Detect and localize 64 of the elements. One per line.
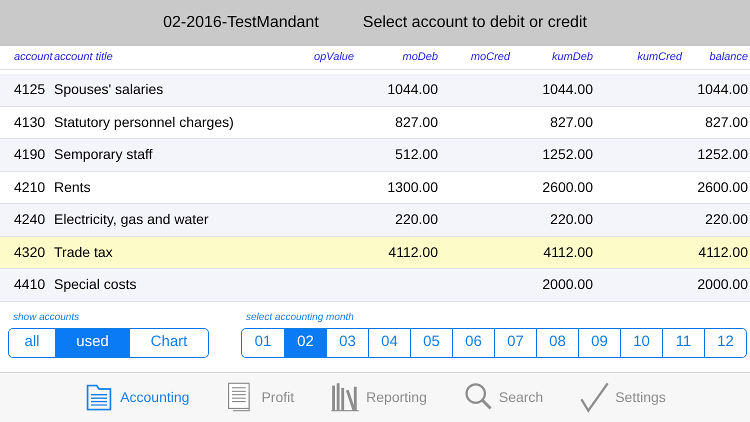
table-cell-text: 1044.00 bbox=[386, 80, 438, 100]
tab[interactable]: Search bbox=[462, 381, 544, 414]
table-cell-text: 4130 bbox=[13, 112, 46, 132]
table-row[interactable]: 4125 Spouses' salaries 1044.00 1044.00 1044.00 bbox=[0, 74, 750, 106]
tab[interactable]: Reporting bbox=[330, 381, 427, 414]
table-cell-text: 827.00 bbox=[549, 112, 593, 132]
section-label: select accounting month bbox=[245, 310, 355, 324]
table-cell-text: 1300.00 bbox=[386, 178, 438, 197]
column-header: moDeb bbox=[402, 50, 438, 66]
table-row[interactable]: 4210 Rents 1300.00 2600.00 2600.00 bbox=[0, 172, 750, 204]
table-row[interactable]: 4320 Trade tax 4112.00 4112.00 4112.00 bbox=[0, 236, 750, 269]
table-cell-text: 2000.00 bbox=[541, 275, 593, 294]
table-cell-text: 827.00 bbox=[394, 112, 438, 132]
table-cell-text: 4112.00 bbox=[697, 242, 748, 262]
tab[interactable]: Profit bbox=[225, 381, 294, 414]
table-cell-text: 512.00 bbox=[394, 145, 438, 164]
tab[interactable]: Accounting bbox=[84, 381, 190, 414]
table-cell-text: Electricity, gas and water bbox=[54, 210, 210, 230]
table-cell-text: 1044.00 bbox=[696, 80, 748, 100]
column-header: balance bbox=[708, 50, 748, 66]
column-header: kumCred bbox=[636, 50, 682, 66]
table-cell-text: 4190 bbox=[13, 145, 46, 164]
table-cell-text: 1044.00 bbox=[541, 80, 593, 100]
table-row[interactable]: 4130 Statutory personnel charges) 827.00 827.00 827.00 bbox=[0, 106, 750, 139]
table-cell-text: 4112.00 bbox=[542, 242, 593, 262]
table-cell-text: 220.00 bbox=[394, 210, 438, 230]
filter-option[interactable]: Chart bbox=[129, 328, 208, 356]
table-row[interactable]: 4240 Electricity, gas and water 220.00 220.00 220.00 bbox=[0, 204, 750, 236]
table-cell-text: 4320 bbox=[13, 242, 46, 262]
table-cell-text: Rents bbox=[54, 178, 92, 197]
table-cell-text: 1252.00 bbox=[541, 145, 593, 164]
column-header: opValue bbox=[313, 50, 354, 66]
table-cell-text: Spouses' salaries bbox=[54, 80, 164, 100]
table-cell-text: 220.00 bbox=[549, 210, 593, 230]
table-cell-text: Special costs bbox=[54, 275, 138, 294]
table-cell-text: 4210 bbox=[13, 178, 46, 197]
mandant-name: 02-2016-TestMandant bbox=[163, 13, 319, 33]
table-row[interactable]: 4410 Special costs 2000.00 2000.00 bbox=[0, 269, 750, 302]
column-header: moCred bbox=[470, 50, 510, 66]
filter-option[interactable]: used bbox=[55, 328, 129, 356]
checkmark-icon bbox=[579, 381, 610, 414]
column-header: kumDeb bbox=[551, 50, 593, 66]
table-cell-text: 2600.00 bbox=[696, 178, 748, 197]
table-cell-text: 4125 bbox=[13, 80, 46, 100]
table-row[interactable]: 4190 Semporary staff 512.00 1252.00 1252.00 bbox=[0, 139, 750, 172]
table-cell-text: Trade tax bbox=[54, 242, 114, 262]
screen-title: Select account to debit or credit bbox=[362, 13, 587, 33]
table-cell-text: 220.00 bbox=[704, 210, 748, 230]
table-cell-text: 1252.00 bbox=[696, 145, 748, 164]
tab[interactable]: Settings bbox=[579, 381, 666, 414]
table-cell-text: Semporary staff bbox=[54, 145, 154, 164]
column-header: account title bbox=[54, 50, 114, 66]
table-cell-text: 2600.00 bbox=[541, 178, 593, 197]
month-option[interactable]: 12 bbox=[704, 328, 746, 356]
table-cell-text: Statutory personnel charges) bbox=[54, 112, 235, 132]
table-cell-text: 2000.00 bbox=[696, 275, 748, 294]
table-cell-text: 4112.00 bbox=[387, 242, 438, 262]
table-cell-text: 827.00 bbox=[704, 112, 748, 132]
binders-icon bbox=[330, 381, 360, 414]
table-cell-text: 4410 bbox=[13, 275, 46, 294]
table-cell-text: 4240 bbox=[13, 210, 46, 230]
section-label: show accounts bbox=[12, 310, 80, 324]
column-header: account bbox=[13, 50, 54, 66]
month-option[interactable]: 02 bbox=[284, 328, 326, 356]
